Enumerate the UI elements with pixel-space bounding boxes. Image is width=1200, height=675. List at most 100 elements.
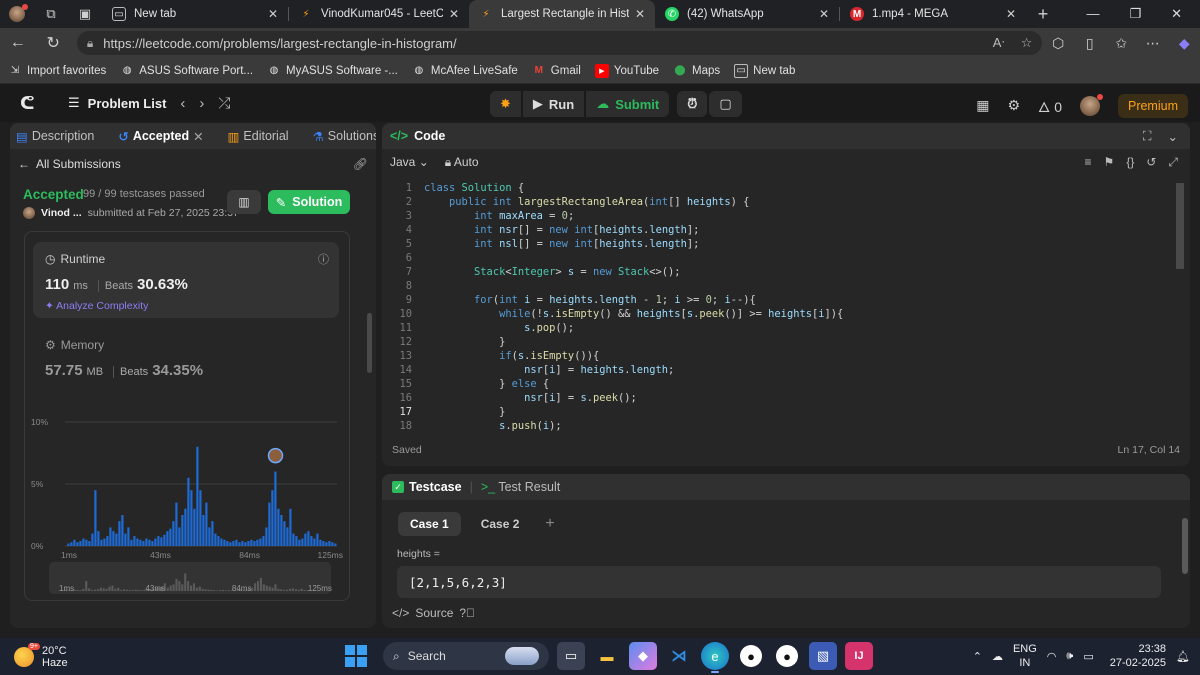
github-desktop-icon[interactable]: ●: [776, 645, 798, 667]
tab-editorial[interactable]: ▥ Editorial: [228, 129, 289, 144]
code-line[interactable]: 15 } else {: [382, 377, 1190, 391]
vscode-icon[interactable]: ⋊: [665, 642, 693, 670]
split-screen-icon[interactable]: ▯: [1074, 35, 1106, 52]
share-link-icon[interactable]: 🔗︎: [353, 157, 368, 171]
tab-test-result[interactable]: >_ Test Result: [481, 480, 560, 494]
battery-icon[interactable]: ▭: [1083, 650, 1093, 663]
file-explorer-icon[interactable]: ▬: [593, 642, 621, 670]
fullscreen-icon[interactable]: ⛶: [1143, 129, 1152, 144]
settings-gear-icon[interactable]: ⚙: [1007, 97, 1020, 114]
intellij-icon[interactable]: IJ: [845, 642, 873, 670]
close-tab-icon[interactable]: ✕: [819, 7, 829, 21]
code-line[interactable]: 7 Stack<Integer> s = new Stack<>();: [382, 265, 1190, 279]
workspaces-icon[interactable]: ⧉: [34, 0, 68, 28]
extensions-icon[interactable]: ⬡: [1042, 35, 1074, 52]
close-tab-icon[interactable]: ✕: [1006, 7, 1016, 21]
info-icon[interactable]: ⓘ: [318, 251, 329, 267]
shuffle-icon[interactable]: ⤮: [218, 95, 230, 112]
submit-button[interactable]: ☁ Submit: [586, 91, 670, 117]
minimize-icon[interactable]: —: [1086, 6, 1099, 22]
leetcode-logo-icon[interactable]: ᕦ: [20, 93, 40, 114]
code-line[interactable]: 11 s.pop();: [382, 321, 1190, 335]
code-line[interactable]: 1 class Solution {: [382, 181, 1190, 195]
weather-widget[interactable]: 20°CHaze: [14, 642, 68, 669]
wifi-icon[interactable]: ◠: [1047, 650, 1057, 663]
browser-tab[interactable]: ✆ (42) WhatsApp ✕: [655, 0, 839, 28]
code-line[interactable]: 6: [382, 251, 1190, 265]
auto-mode-toggle[interactable]: 🔒︎ Auto: [445, 155, 479, 170]
windows-start-icon[interactable]: [345, 645, 367, 667]
new-tab-plus-icon[interactable]: +: [1026, 0, 1060, 28]
code-line[interactable]: 12 }: [382, 335, 1190, 349]
copilot-app-icon[interactable]: ◆: [629, 642, 657, 670]
left-scrollbar[interactable]: [367, 313, 372, 373]
code-line[interactable]: 8: [382, 279, 1190, 293]
add-case-icon[interactable]: +: [545, 515, 554, 533]
memory-card[interactable]: ⚙ Memory 57.75 MB Beats 34.35%: [33, 328, 339, 388]
site-info-icon[interactable]: 🔒︎: [87, 36, 93, 51]
editorial-book-button[interactable]: ▥: [227, 190, 261, 214]
run-button[interactable]: ▶ Run: [522, 91, 585, 117]
streak-counter[interactable]: 🜂 0: [1038, 91, 1062, 120]
tab-accepted[interactable]: ↺ Accepted ✕: [118, 129, 203, 144]
read-aloud-icon[interactable]: Aᐧ: [993, 35, 1005, 51]
code-line[interactable]: 4 int nsr[] = new int[heights.length];: [382, 223, 1190, 237]
next-problem-icon[interactable]: ›: [199, 95, 204, 112]
case-2-tab[interactable]: Case 2: [469, 512, 532, 536]
expand-icon[interactable]: ⤢: [1168, 155, 1178, 170]
favorite-new-tab[interactable]: ▭ New tab: [734, 63, 795, 78]
reset-icon[interactable]: ↺: [1146, 155, 1156, 170]
cloud-sync-icon[interactable]: ☁: [992, 650, 1003, 663]
case-1-tab[interactable]: Case 1: [398, 512, 461, 536]
code-line[interactable]: 3 int maxArea = 0;: [382, 209, 1190, 223]
tab-actions-icon[interactable]: ▣: [68, 0, 102, 28]
favorite-youtube[interactable]: ▶ YouTube: [594, 63, 659, 78]
favorite-gmail[interactable]: M Gmail: [532, 64, 581, 78]
braces-icon[interactable]: {}: [1126, 155, 1134, 170]
notification-bell-icon[interactable]: 🔔︎: [1176, 650, 1190, 663]
chevron-down-icon[interactable]: ⌄: [1168, 129, 1178, 144]
tab-description[interactable]: ▤ Description: [16, 129, 94, 144]
code-line[interactable]: 13 if(s.isEmpty()){: [382, 349, 1190, 363]
language-select[interactable]: Java ⌄: [390, 155, 429, 169]
help-icon[interactable]: ?⃝: [459, 606, 475, 620]
code-line[interactable]: 10 while(!s.isEmpty() && heights[s.peek(…: [382, 307, 1190, 321]
all-submissions-row[interactable]: ← All Submissions 🔗︎: [10, 149, 376, 179]
tab-solutions[interactable]: ⚗ Solutions: [313, 129, 376, 144]
browser-tab[interactable]: ▭ New tab ✕: [102, 0, 288, 28]
favorite-mcafee[interactable]: ◍ McAfee LiveSafe: [412, 64, 517, 78]
edge-browser-icon[interactable]: e: [701, 642, 729, 673]
code-editor[interactable]: 1 class Solution {2 public int largestRec…: [382, 181, 1190, 431]
task-view-icon[interactable]: ▭: [557, 642, 585, 670]
user-avatar[interactable]: [1079, 93, 1103, 116]
chevron-up-icon[interactable]: ⌃: [973, 650, 982, 663]
favorites-icon[interactable]: ✩: [1105, 35, 1137, 52]
favorite-star-icon[interactable]: ☆: [1021, 35, 1033, 51]
runtime-distribution-chart[interactable]: 10% 5% 0% 1ms 43ms 84ms 125ms 1ms 43ms 84ms 125ms: [25, 410, 351, 600]
close-window-icon[interactable]: ✕: [1171, 6, 1182, 22]
browser-tab-active[interactable]: ⚡ Largest Rectangle in Histogram - ✕: [469, 0, 655, 28]
browser-tab[interactable]: ⚡ VinodKumar045 - LeetCode Profi ✕: [289, 0, 469, 28]
code-scrollbar[interactable]: [1176, 183, 1184, 269]
favorite-myasus[interactable]: ◍ MyASUS Software -...: [267, 64, 398, 78]
profile-avatar[interactable]: [0, 0, 34, 28]
code-line[interactable]: 16 nsr[i] = s.peek();: [382, 391, 1190, 405]
back-arrow-icon[interactable]: ←: [0, 34, 35, 52]
code-line[interactable]: 2 public int largestRectangleArea(int[] …: [382, 195, 1190, 209]
remote-desktop-icon[interactable]: ▧: [809, 642, 837, 670]
problem-list-button[interactable]: ☰ Problem List: [68, 95, 166, 111]
address-bar[interactable]: 🔒︎ https://leetcode.com/problems/largest…: [76, 31, 1043, 55]
browser-tab[interactable]: M 1.mp4 - MEGA ✕: [840, 0, 1026, 28]
code-line[interactable]: 5 int nsl[] = new int[heights.length];: [382, 237, 1190, 251]
close-tab-icon[interactable]: ✕: [635, 7, 645, 21]
close-tab-icon[interactable]: ✕: [449, 7, 459, 21]
input-language[interactable]: ENG IN: [1013, 642, 1037, 670]
testcase-scrollbar[interactable]: [1182, 518, 1188, 574]
source-link[interactable]: </> Source ?⃝: [392, 606, 475, 620]
solution-button[interactable]: ✎ Solution: [268, 190, 350, 214]
username[interactable]: Vinod ...: [41, 207, 82, 219]
code-line[interactable]: 18 s.push(i);: [382, 419, 1190, 431]
refresh-icon[interactable]: ↻: [35, 33, 70, 53]
tab-testcase[interactable]: ✓ Testcase: [392, 480, 462, 494]
code-line[interactable]: 9 for(int i = heights.length - 1; i >= 0…: [382, 293, 1190, 307]
